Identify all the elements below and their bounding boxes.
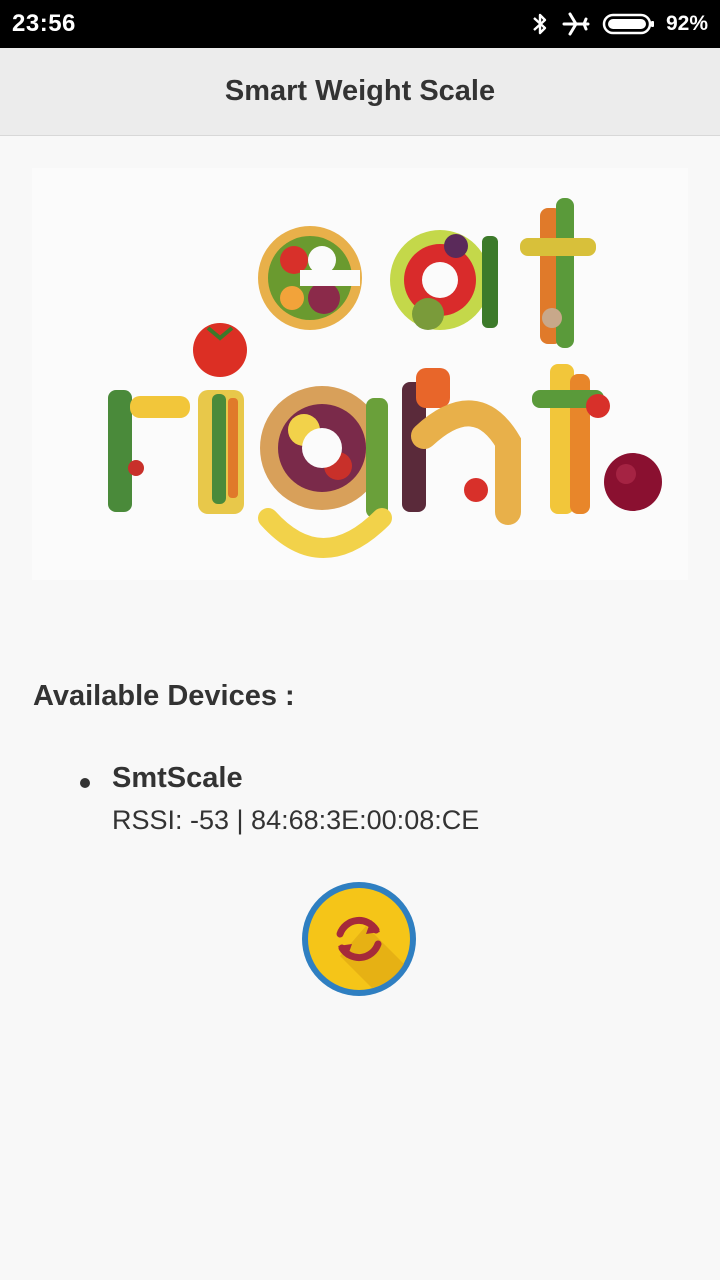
refresh-icon xyxy=(302,882,416,996)
refresh-button[interactable] xyxy=(300,880,418,998)
battery-icon xyxy=(602,13,654,35)
device-list-item[interactable]: SmtScale RSSI: -53 | 84:68:3E:00:08:CE xyxy=(72,762,672,842)
status-bar: 23:56 92% xyxy=(0,0,720,48)
device-rssi-address: RSSI: -53 | 84:68:3E:00:08:CE xyxy=(112,805,480,835)
battery-percentage: 92% xyxy=(665,12,708,35)
status-time: 23:56 xyxy=(12,10,76,37)
healthy-food-banner-image xyxy=(32,168,688,580)
available-devices-heading: Available Devices : xyxy=(33,680,295,712)
airplane-mode-icon xyxy=(562,12,590,36)
app-bar: Smart Weight Scale xyxy=(0,48,720,136)
app-title: Smart Weight Scale xyxy=(224,75,496,107)
bluetooth-icon xyxy=(533,13,547,35)
bullet-icon xyxy=(80,778,90,788)
status-icons: 92% xyxy=(530,8,708,40)
device-name: SmtScale xyxy=(112,762,243,794)
